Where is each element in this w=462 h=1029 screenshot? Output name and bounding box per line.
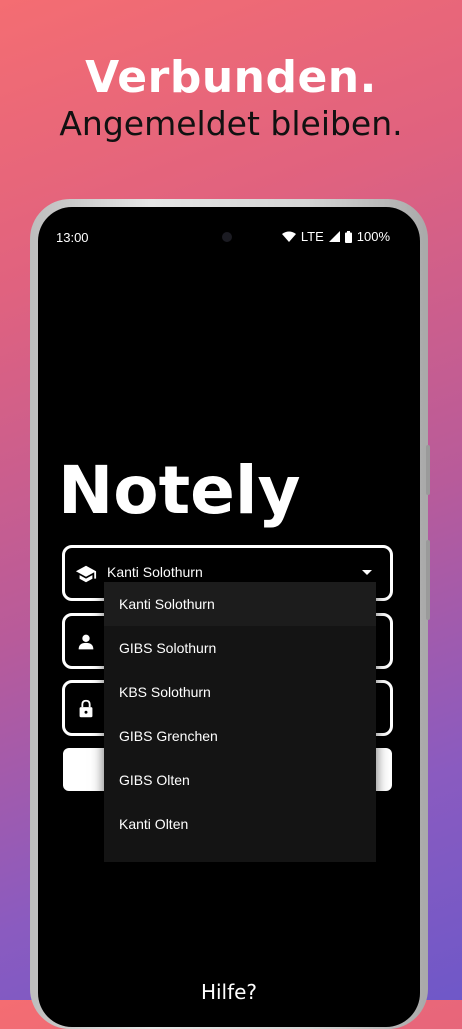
lock-icon [79,699,93,718]
dropdown-option[interactable]: GIBS Grenchen [104,714,376,758]
volume-button [426,445,430,495]
chevron-down-icon [362,570,372,575]
dropdown-option[interactable]: GIBS Solothurn [104,626,376,670]
status-bar: 13:00 LTE 100% [38,207,420,267]
status-time: 13:00 [56,230,89,245]
school-select-value: Kanti Solothurn [107,564,203,580]
app-title: Notely [58,452,301,529]
dropdown-option[interactable]: Kanti Olten [104,802,376,846]
camera-icon [222,232,232,242]
wifi-icon [281,231,296,242]
battery-label: 100% [356,229,390,244]
school-icon [75,565,97,583]
person-icon [78,634,94,650]
dropdown-option[interactable]: Kanti Solothurn [104,582,376,626]
marketing-subline: Angemeldet bleiben. [59,104,403,143]
help-link[interactable]: Hilfe? [38,980,420,1004]
power-button [426,540,430,620]
signal-icon [328,231,340,242]
marketing-headline: Verbunden. [85,52,377,103]
phone-screen: 13:00 LTE 100% Notely Kanti Solothurn Ka… [38,207,420,1027]
battery-icon [344,230,352,243]
network-label: LTE [300,229,324,244]
dropdown-option[interactable]: GIBS Olten [104,758,376,802]
dropdown-option[interactable]: KBS Solothurn [104,670,376,714]
school-dropdown-menu: Kanti Solothurn GIBS Solothurn KBS Solot… [104,582,376,862]
